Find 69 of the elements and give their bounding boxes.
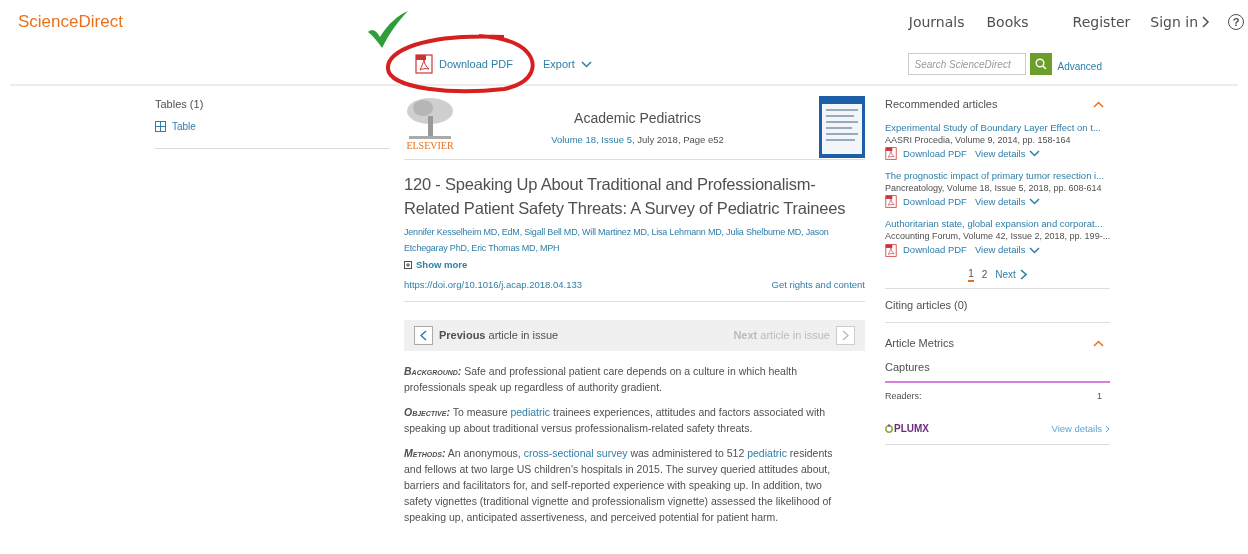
caret-icon [1029, 198, 1041, 206]
publisher-logo: ELSEVIER [406, 140, 454, 152]
abstract-paragraph: Methods: An anonymous, cross-sectional survey was administered to 512 pediatric residents and fellows at two large US children's hospitals in 2015. The survey queried attitudes about, barriers and facilitators for, and self-reported experience with speaking up. In addition, two safety vignettes (traditional vignette and professionalism vignette) assessed the likelihood of speaking up, anticipated assertiveness, and perceived potential for patient harm. [404, 445, 834, 525]
view-details-link[interactable]: View details [974, 146, 1041, 161]
view-details-link[interactable]: View details [1051, 421, 1110, 436]
tree-logo-icon [405, 96, 455, 140]
caret-icon [1029, 246, 1041, 254]
checkmark-icon [366, 10, 410, 50]
download-pdf-link[interactable]: Download PDF [885, 194, 967, 209]
doi-link[interactable]: https://doi.org/10.1016/j.acap.2018.04.133 [404, 278, 582, 293]
collapse-caret-icon [1093, 100, 1104, 108]
sign-in-link[interactable]: Sign in [1150, 11, 1210, 33]
term-link[interactable]: pediatric [510, 405, 551, 418]
article-link[interactable]: Authoritarian state, global expansion and corporat... [885, 217, 1110, 230]
metric-value: 1 [1097, 389, 1102, 403]
download-pdf-button[interactable]: Download PDF [415, 54, 513, 74]
section-heading: Recommended articles [885, 97, 998, 112]
show-more-link[interactable]: Show more [404, 258, 865, 273]
article-link[interactable]: The prognostic impact of primary tumor resection i... [885, 168, 1110, 182]
article-link[interactable]: Experimental Study of Boundary Layer Effect on t... [885, 120, 1110, 134]
section-heading: Article Metrics [885, 335, 955, 351]
article-title: 120 - Speaking Up About Traditional and Professionalism-Related Patient Safety Threats: A Survey of Pediatric Trainees [404, 174, 847, 219]
plumx-logo: PLUMX [885, 421, 929, 437]
abstract-paragraph: Objective: To measure pediatric trainees experiences, attitudes and factors associated with speaking up about traditional versus professionalism-related safety threats. [404, 404, 827, 436]
next-page-link[interactable]: Next [995, 267, 1027, 283]
article-source: Accounting Forum, Volume 42, Issue 2, 2018, pp. 199-... [885, 230, 1110, 242]
chevron-right-icon [1105, 424, 1110, 433]
page-link[interactable]: 1 [968, 267, 974, 282]
outline-heading: Tables (1) [155, 97, 205, 112]
journal-issue: Volume 18, Issue 5, July 2018, Page e52 [551, 133, 724, 147]
pdf-icon [885, 195, 897, 209]
caret-icon [580, 60, 592, 68]
search-button[interactable] [1029, 53, 1052, 75]
issue-link[interactable]: Volume 18, Issue 5 [551, 134, 632, 145]
abstract-paragraph: Background: Safe and professional patient care depends on a culture in which health professionals speak up regardless of authority gradient. [404, 363, 798, 395]
term-link[interactable]: cross-sectional survey [523, 446, 628, 459]
expand-icon [404, 261, 412, 270]
article-source: Pancreatology, Volume 18, Issue 5, 2018, pp. 608-614 [885, 181, 1103, 194]
site-logo[interactable]: ScienceDirect [18, 9, 123, 35]
metric-label: Readers: [885, 389, 922, 403]
search-field[interactable]: Search ScienceDirect [907, 53, 1026, 75]
pdf-icon [885, 243, 897, 257]
outline-link[interactable]: Table [155, 118, 390, 134]
view-details-link[interactable]: View details [974, 194, 1041, 209]
rights-link[interactable]: Get rights and content [771, 278, 865, 293]
pdf-icon [415, 54, 433, 74]
previous-article-link[interactable]: Previous article in issue [414, 325, 559, 345]
view-details-link[interactable]: View details [974, 243, 1041, 258]
chevron-right-icon [1019, 269, 1027, 281]
search-icon [1034, 58, 1047, 70]
caret-icon [1029, 150, 1041, 158]
download-pdf-link[interactable]: Download PDF [885, 146, 967, 161]
nav-link[interactable]: Books [986, 11, 1029, 33]
chevron-right-icon [1202, 16, 1210, 28]
nav-link[interactable]: Journals [908, 11, 965, 33]
section-heading: Citing articles (0) [885, 289, 1110, 323]
download-pdf-link[interactable]: Download PDF [885, 243, 967, 258]
author-list[interactable]: Jennifer Kesselheim MD, EdM, Sigall Bell MD, Will Martinez MD, Lisa Lehmann MD, Julia Shelburne MD, Jason Etchegaray PhD, Eric Thomas MD, MPH [404, 224, 865, 256]
article-source: AASRI Procedia, Volume 9, 2014, pp. 158-164 [885, 133, 1072, 146]
advanced-search-link[interactable]: Advanced [1057, 58, 1102, 74]
table-icon [155, 120, 166, 132]
export-button[interactable]: Export [543, 55, 592, 73]
collapse-caret-icon [1093, 339, 1104, 347]
pdf-icon [885, 147, 897, 161]
term-link[interactable]: pediatric [747, 446, 787, 459]
page-link[interactable]: 2 [981, 268, 988, 281]
journal-cover-icon [819, 96, 865, 158]
register-link[interactable]: Register [1072, 11, 1131, 33]
journal-title[interactable]: Academic Pediatrics [574, 108, 701, 129]
